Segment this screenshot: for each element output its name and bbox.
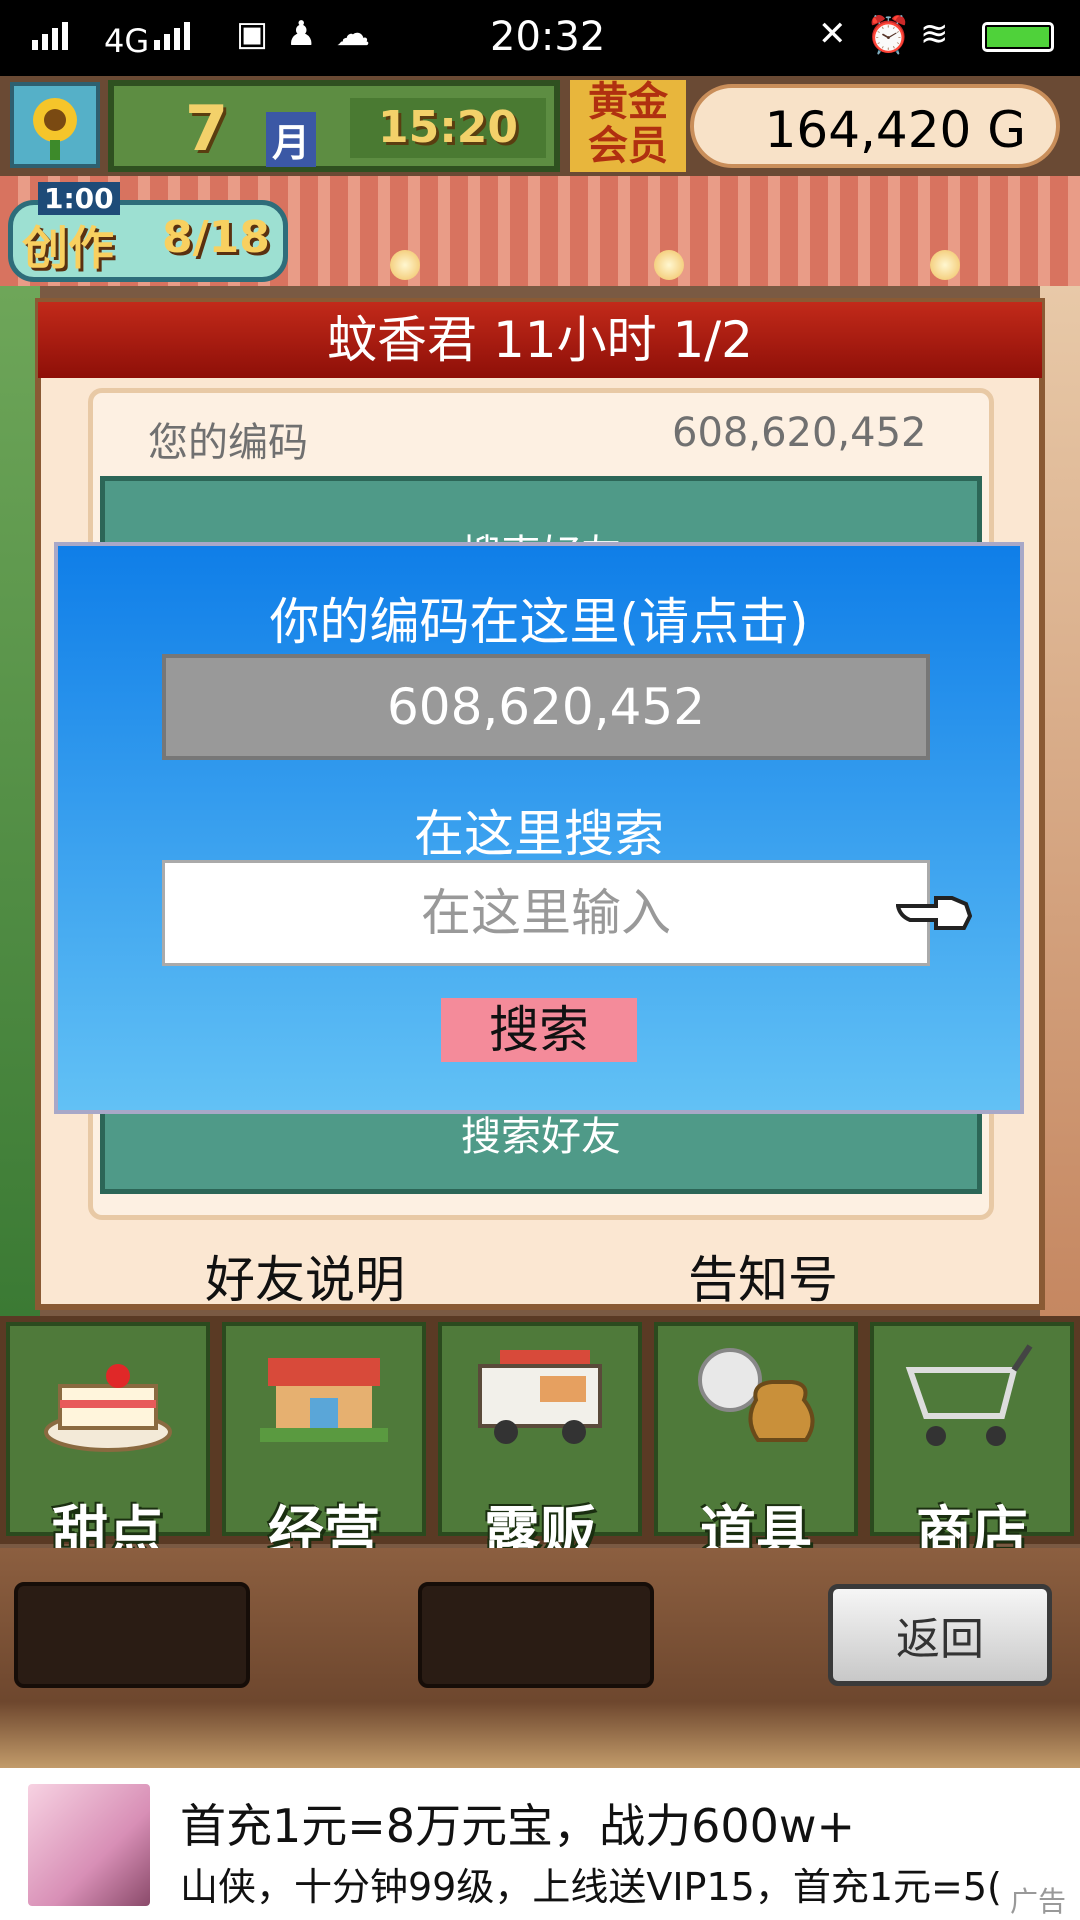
- create-timer: 1:00: [38, 182, 120, 215]
- clock-time: 20:32: [490, 14, 606, 60]
- mute-icon: ✕: [818, 14, 847, 54]
- lamp-icon: [654, 250, 684, 280]
- ad-thumbnail[interactable]: [28, 1784, 150, 1906]
- cart-icon: [905, 1344, 1033, 1446]
- lamp-icon: [390, 250, 420, 280]
- empty-slot: [418, 1582, 654, 1688]
- ad-subline[interactable]: 山侠，十分钟99级，上线送VIP15，首充1元=5(: [180, 1856, 1060, 1911]
- sunflower-icon[interactable]: [10, 82, 100, 168]
- pointing-hand-icon: [896, 896, 972, 930]
- create-label: 创作: [22, 221, 114, 275]
- empty-slot: [14, 1582, 250, 1688]
- battery-icon: [982, 22, 1054, 52]
- left-wall: [0, 286, 40, 1316]
- right-wall: [1040, 286, 1080, 1316]
- items-bag-icon: [698, 1348, 815, 1442]
- search-button[interactable]: 搜索: [441, 998, 637, 1062]
- food-truck-icon: [478, 1350, 602, 1444]
- lamp-icon: [930, 250, 960, 280]
- network-type: 4G: [104, 22, 150, 60]
- panel-title: 蚊香君 11小时 1/2: [327, 311, 753, 369]
- create-count: 8/18: [162, 212, 270, 263]
- notice-button[interactable]: 告知号: [688, 1240, 838, 1312]
- status-bar: 4G ▣ ♟ ☁ 20:32 ✕ ⏰ ≋: [0, 0, 1080, 76]
- back-button[interactable]: 返回: [828, 1584, 1052, 1686]
- search-input[interactable]: [162, 860, 930, 966]
- du-icon: ▣: [236, 14, 269, 54]
- friend-info-button[interactable]: 好友说明: [205, 1240, 405, 1312]
- wifi-icon: ≋: [920, 14, 949, 54]
- ad-tag: 广告: [1010, 1885, 1067, 1918]
- game-clock: 15:20: [350, 98, 546, 158]
- code-value: 608,620,452: [672, 410, 927, 456]
- ad-headline[interactable]: 首充1元=8万元宝，战力600w+: [180, 1790, 855, 1856]
- code-display[interactable]: 608,620,452: [162, 654, 930, 760]
- month-unit: 月: [266, 112, 317, 167]
- wechat-icon: ☁: [336, 14, 370, 54]
- signal-icon: [154, 22, 194, 50]
- dialog-title: 你的编码在这里(请点击): [269, 593, 809, 651]
- qq-icon: ♟: [286, 14, 317, 54]
- code-label: 您的编码: [148, 420, 308, 466]
- month-number: 7: [185, 92, 229, 165]
- search-label: 在这里搜索: [414, 805, 664, 863]
- signal-icon: [32, 22, 72, 50]
- gold-member-badge[interactable]: 黄金会员: [570, 80, 686, 172]
- money-display: 164,420 G: [690, 84, 1060, 168]
- alarm-icon: ⏰: [866, 15, 911, 56]
- cake-icon: [44, 1364, 172, 1452]
- shop-icon: [260, 1358, 388, 1442]
